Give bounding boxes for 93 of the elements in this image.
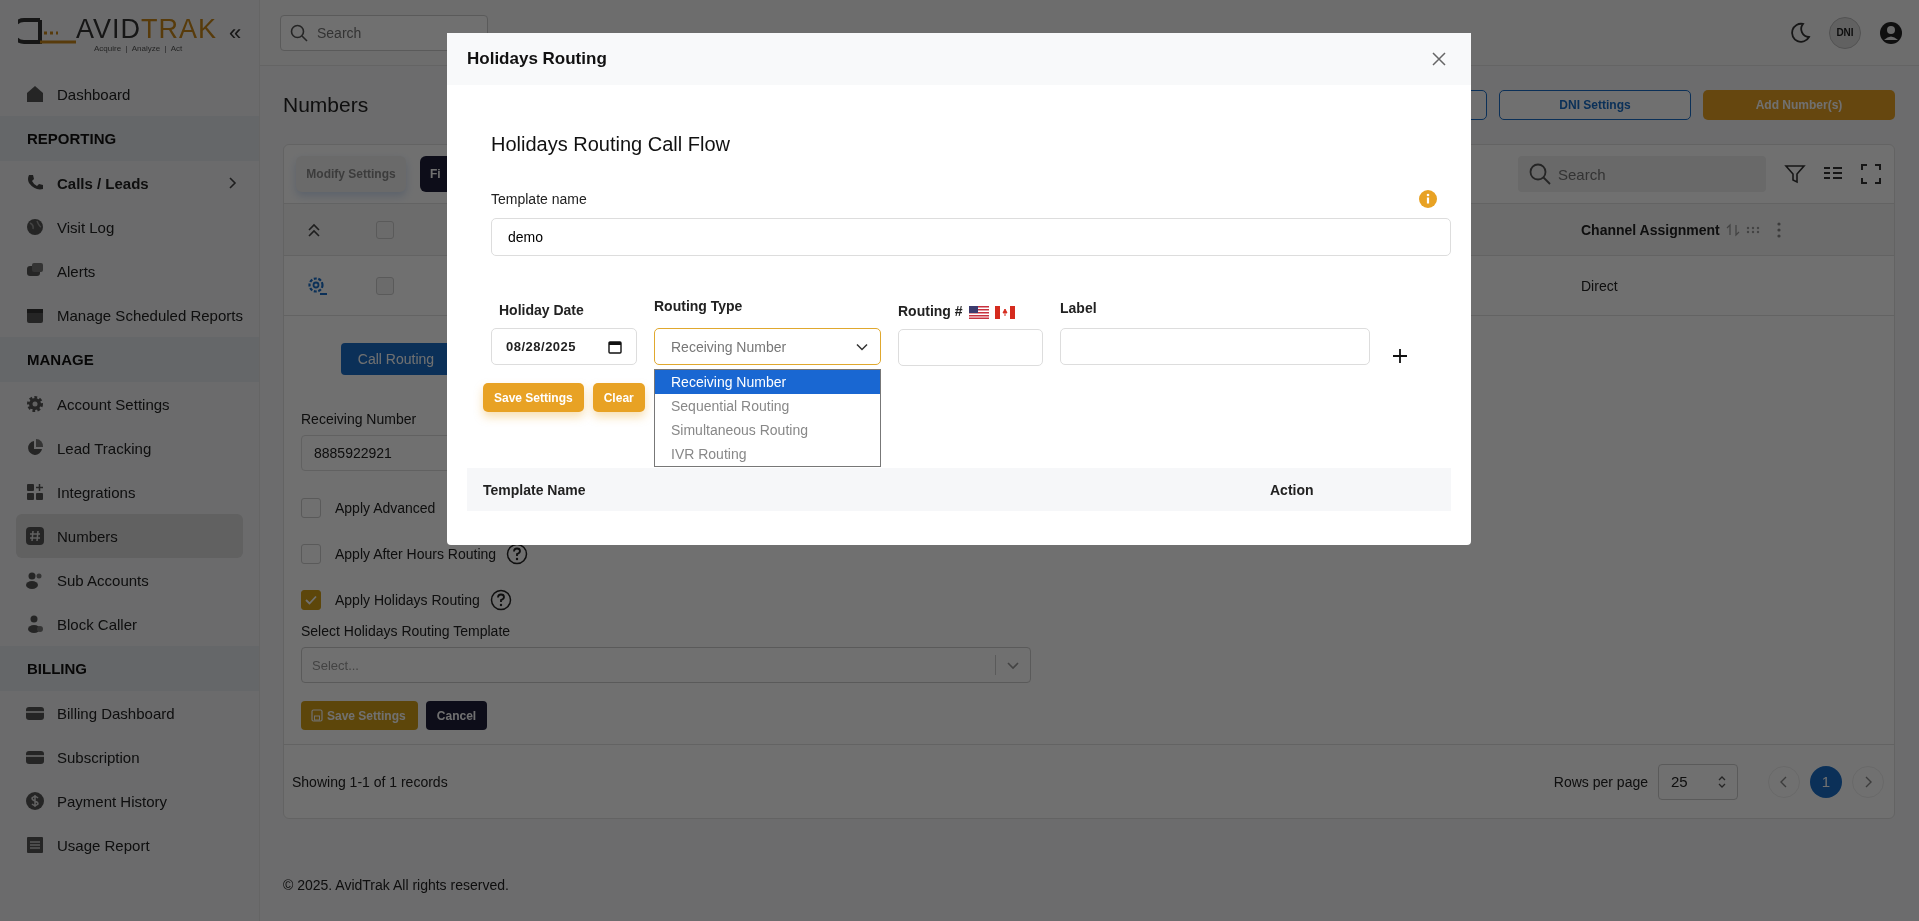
dialog-title: Holidays Routing bbox=[467, 49, 607, 69]
label-field[interactable] bbox=[1060, 328, 1370, 365]
drag-handle-icon[interactable] bbox=[1745, 224, 1760, 235]
hash-icon bbox=[25, 526, 45, 546]
sidebar-item[interactable]: Manage Scheduled Reports bbox=[0, 293, 243, 337]
save-button[interactable]: Save Settings bbox=[301, 701, 418, 730]
next-page-button[interactable] bbox=[1852, 765, 1884, 798]
sidebar-item[interactable]: Billing Dashboard bbox=[0, 691, 243, 735]
sidebar-item[interactable]: Payment History bbox=[0, 779, 243, 823]
checkbox-label: Apply Holidays Routing bbox=[335, 592, 480, 608]
routing-type-select[interactable]: Receiving Number bbox=[654, 328, 881, 365]
cancel-button[interactable]: Cancel bbox=[426, 701, 487, 730]
sidebar-item[interactable]: Integrations bbox=[0, 470, 243, 514]
field-label: Template name bbox=[491, 191, 587, 207]
sidebar-item[interactable]: Alerts bbox=[0, 249, 243, 293]
sidebar-item[interactable]: Usage Report bbox=[0, 823, 243, 867]
template-name-field[interactable]: demo bbox=[491, 218, 1451, 256]
sidebar-item[interactable]: Account Settings bbox=[0, 382, 243, 426]
column-header: Action bbox=[1270, 481, 1315, 498]
sidebar-section-heading: BILLING bbox=[0, 646, 259, 691]
sidebar-item[interactable]: Lead Tracking bbox=[0, 426, 243, 470]
records-summary: Showing 1-1 of 1 records bbox=[292, 773, 448, 790]
rows-per-page-select[interactable]: 25 bbox=[1658, 763, 1738, 800]
gear-icon[interactable] bbox=[306, 274, 328, 297]
user-avatar[interactable]: DNI bbox=[1829, 16, 1861, 49]
field-label: Receiving Number bbox=[301, 411, 418, 427]
logo-tagline: Acquire | Analyze | Act bbox=[94, 44, 184, 53]
filter-icon[interactable] bbox=[1784, 163, 1806, 185]
dropdown-option[interactable]: Sequential Routing bbox=[655, 394, 880, 418]
section-heading: Holidays Routing Call Flow bbox=[491, 133, 731, 156]
page-button[interactable]: 1 bbox=[1810, 765, 1842, 798]
checkbox[interactable] bbox=[301, 590, 321, 610]
sidebar-item[interactable]: Visit Log bbox=[0, 205, 243, 249]
field-label: Select Holidays Routing Template bbox=[301, 623, 512, 639]
pie-chart-icon bbox=[25, 438, 45, 458]
checkbox-label: Apply Advanced bbox=[335, 500, 436, 516]
sort-icon[interactable] bbox=[1725, 222, 1740, 237]
logo-wordmark: AVIDTRAK bbox=[76, 14, 218, 44]
field-label: Holiday Date bbox=[498, 302, 585, 320]
sidebar-item[interactable]: Subscription bbox=[0, 735, 243, 779]
sidebar-item[interactable]: Calls / Leads bbox=[0, 161, 243, 205]
routing-number-field[interactable] bbox=[898, 329, 1043, 366]
field-label: Label bbox=[1060, 300, 1098, 318]
date-field[interactable]: 08/28/2025 bbox=[491, 328, 637, 365]
dollar-icon bbox=[25, 791, 45, 811]
save-button[interactable]: Save Settings bbox=[483, 383, 584, 412]
add-icon[interactable] bbox=[1392, 348, 1408, 364]
grid-icon bbox=[25, 482, 45, 502]
chevron-left-icon bbox=[1780, 775, 1788, 788]
check-icon bbox=[305, 595, 317, 605]
dropdown-option[interactable]: Simultaneous Routing bbox=[655, 418, 880, 442]
calendar-icon[interactable] bbox=[608, 339, 622, 354]
chevron-right-icon bbox=[1864, 775, 1872, 788]
info-icon[interactable] bbox=[1419, 190, 1437, 208]
list-icon bbox=[25, 835, 45, 855]
chevron-down-icon bbox=[856, 342, 868, 351]
dropdown-option[interactable]: Receiving Number bbox=[655, 370, 880, 394]
search-field[interactable]: Search bbox=[280, 14, 488, 51]
sidebar-item[interactable]: Sub Accounts bbox=[0, 558, 243, 602]
table-cell-text: Direct bbox=[1581, 277, 1619, 294]
account-icon[interactable] bbox=[1879, 20, 1903, 45]
collapse-button[interactable]: « bbox=[229, 22, 242, 44]
us-flag-icon[interactable] bbox=[968, 305, 989, 319]
fullscreen-icon[interactable] bbox=[1860, 163, 1882, 185]
settings-button[interactable]: DNI Settings bbox=[1499, 90, 1691, 120]
checkbox-label: Apply After Hours Routing bbox=[335, 546, 497, 562]
column-header: Template Name bbox=[483, 481, 587, 498]
dropdown-option[interactable]: IVR Routing bbox=[655, 442, 880, 466]
field-label: Routing # bbox=[898, 303, 963, 321]
clear-button[interactable]: Clear bbox=[592, 383, 645, 412]
chevron-down-icon bbox=[1006, 660, 1020, 670]
save-icon bbox=[311, 709, 323, 722]
column-header[interactable]: Channel Assignment bbox=[1581, 221, 1720, 238]
user-icon bbox=[25, 614, 45, 634]
home-icon bbox=[25, 84, 45, 104]
sidebar-section-heading: MANAGE bbox=[0, 337, 259, 382]
moon-icon[interactable] bbox=[1789, 21, 1811, 44]
kebab-icon[interactable] bbox=[1775, 220, 1782, 239]
sidebar-section-heading: REPORTING bbox=[0, 116, 259, 161]
sidebar-item[interactable]: Numbers bbox=[16, 514, 243, 558]
close-icon[interactable] bbox=[1431, 51, 1447, 67]
field-label: Routing Type bbox=[654, 298, 744, 316]
canada-flag-icon[interactable] bbox=[994, 305, 1015, 319]
copyright-text: © 2025. AvidTrak All rights reserved. bbox=[283, 877, 510, 893]
rows-per-page-label: Rows per page bbox=[1553, 773, 1648, 790]
page-title: Numbers bbox=[283, 93, 369, 117]
globe-icon bbox=[25, 217, 45, 237]
sidebar-item[interactable]: Block Caller bbox=[0, 602, 243, 646]
sidebar-item[interactable]: Dashboard bbox=[0, 72, 243, 116]
help-icon[interactable] bbox=[506, 543, 529, 565]
previous-page-button[interactable] bbox=[1768, 765, 1800, 798]
gear-icon bbox=[25, 394, 45, 414]
collapse-all-icon[interactable] bbox=[306, 221, 322, 238]
